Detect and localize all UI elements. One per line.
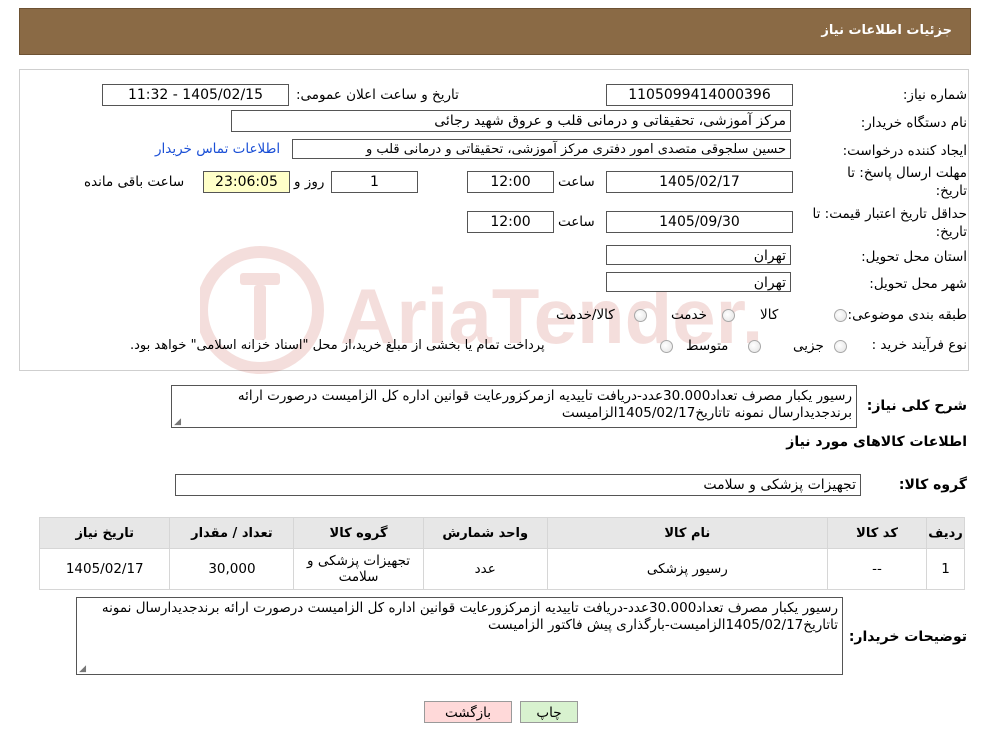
category-goods-service-radio[interactable] xyxy=(634,309,647,322)
city-field: تهران xyxy=(606,272,791,292)
need-number-label: شماره نیاز: xyxy=(902,87,967,103)
validity-label-date: تاریخ: xyxy=(935,224,967,240)
process-medium-radio[interactable] xyxy=(748,340,761,353)
goods-section-title: اطلاعات کالاهای مورد نیاز xyxy=(786,434,967,450)
col-qty-header: تعداد / مقدار xyxy=(169,517,295,549)
table-header-row: ردیف کد کالا نام کالا واحد شمارش گروه کا… xyxy=(38,517,966,549)
resize-grip-icon[interactable]: ◢ xyxy=(173,418,181,427)
resize-grip-icon[interactable]: ◢ xyxy=(78,665,86,674)
category-goods-label: کالا xyxy=(760,307,779,323)
province-field: تهران xyxy=(606,245,791,265)
requester-label: ایجاد کننده درخواست: xyxy=(842,143,967,159)
category-service-label: خدمت xyxy=(671,307,707,323)
category-goods-service-label: کالا/خدمت xyxy=(556,307,615,323)
cell-code: -- xyxy=(827,548,927,590)
announce-datetime-field: 1405/02/15 - 11:32 xyxy=(102,84,289,106)
cell-unit: عدد xyxy=(422,548,548,590)
remaining-time-field: 23:06:05 xyxy=(203,171,290,193)
treasury-payment-checkbox[interactable] xyxy=(660,340,673,353)
province-label: استان محل تحویل: xyxy=(861,249,967,265)
category-goods-radio[interactable] xyxy=(834,309,847,322)
page-title: جزئیات اطلاعات نیاز xyxy=(821,23,952,38)
deadline-label: مهلت ارسال پاسخ: تا xyxy=(847,165,967,181)
buyer-notes-label: توضیحات خریدار: xyxy=(848,629,967,645)
cell-date: 1405/02/17 xyxy=(38,548,171,590)
col-unit-header: واحد شمارش xyxy=(422,517,548,549)
cell-qty: 30,000 xyxy=(169,548,295,590)
process-label: نوع فرآیند خرید : xyxy=(871,337,967,353)
buyer-contact-link[interactable]: اطلاعات تماس خریدار xyxy=(155,141,280,157)
goods-group-field: تجهیزات پزشکی و سلامت xyxy=(175,474,861,496)
validity-time-label: ساعت xyxy=(558,214,595,230)
buyer-notes-textarea[interactable]: رسیور یکبار مصرف تعداد30.000عدد-دریافت ت… xyxy=(76,597,843,675)
category-service-radio[interactable] xyxy=(722,309,735,322)
category-label: طبقه بندی موضوعی: xyxy=(847,307,967,323)
validity-label: حداقل تاریخ اعتبار قیمت: تا xyxy=(812,206,967,222)
validity-time-field: 12:00 xyxy=(467,211,554,233)
requester-field: حسین سلجوقی متصدی امور دفتری مرکز آموزشی… xyxy=(292,139,791,159)
goods-group-label: گروه کالا: xyxy=(898,477,967,493)
col-name-header: نام کالا xyxy=(546,517,829,549)
cell-row: 1 xyxy=(925,548,966,590)
cell-name: رسیور پزشکی xyxy=(546,548,829,590)
items-table: ردیف کد کالا نام کالا واحد شمارش گروه کا… xyxy=(38,517,966,590)
city-label: شهر محل تحویل: xyxy=(869,276,967,292)
page-header: جزئیات اطلاعات نیاز xyxy=(19,8,971,55)
process-medium-label: متوسط xyxy=(686,338,729,354)
col-row-header: ردیف xyxy=(925,517,966,549)
deadline-label-date: تاریخ: xyxy=(935,183,967,199)
buyer-org-label: نام دستگاه خریدار: xyxy=(860,115,967,131)
days-label: روز و xyxy=(294,174,325,190)
deadline-date-field: 1405/02/17 xyxy=(606,171,793,193)
col-group-header: گروه کالا xyxy=(293,517,424,549)
summary-textarea[interactable]: رسیور یکبار مصرف تعداد30.000عدد-دریافت ت… xyxy=(171,385,857,428)
process-small-label: جزیی xyxy=(793,338,824,354)
process-small-radio[interactable] xyxy=(834,340,847,353)
validity-date-field: 1405/09/30 xyxy=(606,211,793,233)
back-button[interactable]: بازگشت xyxy=(424,701,512,723)
treasury-payment-note: پرداخت تمام یا بخشی از مبلغ خرید،از محل … xyxy=(130,338,545,353)
table-row: 1 -- رسیور پزشکی عدد تجهیزات پزشکی و سلا… xyxy=(38,548,966,590)
buyer-org-field: مرکز آموزشی، تحقیقاتی و درمانی قلب و عرو… xyxy=(231,110,791,132)
summary-label: شرح کلی نیاز: xyxy=(866,398,967,414)
col-date-header: تاریخ نیاز xyxy=(38,517,171,549)
remaining-label: ساعت باقی مانده xyxy=(84,174,185,190)
deadline-time-field: 12:00 xyxy=(467,171,554,193)
print-button[interactable]: چاپ xyxy=(520,701,578,723)
announce-label: تاریخ و ساعت اعلان عمومی: xyxy=(296,87,459,103)
cell-group: تجهیزات پزشکی و سلامت xyxy=(293,548,424,590)
col-code-header: کد کالا xyxy=(827,517,927,549)
need-number-field: 1105099414000396 xyxy=(606,84,793,106)
days-field: 1 xyxy=(331,171,418,193)
deadline-time-label: ساعت xyxy=(558,174,595,190)
